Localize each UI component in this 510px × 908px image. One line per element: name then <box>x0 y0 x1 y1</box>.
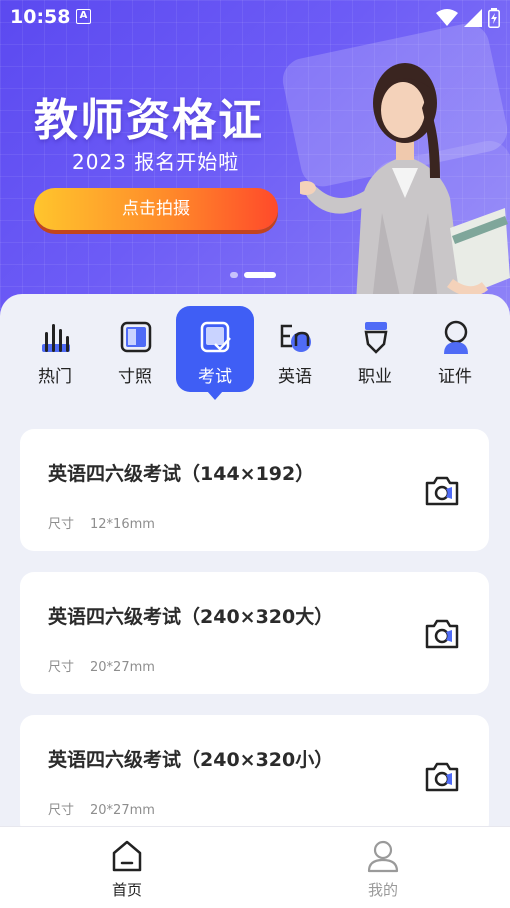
size-label: 尺寸 <box>48 660 75 675</box>
content-sheet: 热门 寸照 考试 英语 职业 证件 英语四六级考试（144×192） 尺寸 12… <box>0 294 510 837</box>
battery-icon <box>488 8 500 28</box>
size-value: 12*16mm <box>90 517 155 532</box>
id-person-icon <box>444 320 468 354</box>
home-icon <box>112 840 142 872</box>
carousel-indicator <box>230 272 276 278</box>
status-bar: 10:58 A <box>0 0 510 36</box>
tab-exam[interactable]: 考试 <box>176 306 254 400</box>
item-title: 英语四六级考试（144×192） <box>48 463 315 485</box>
list-item[interactable]: 英语四六级考试（240×320小） 尺寸 20*27mm <box>20 715 489 837</box>
item-meta: 尺寸 20*27mm <box>48 799 155 818</box>
item-title: 英语四六级考试（240×320小） <box>48 749 334 771</box>
nav-me-label: 我的 <box>367 881 398 899</box>
camera-icon[interactable] <box>424 475 460 507</box>
signal-icon <box>464 9 482 27</box>
badge-shield-icon <box>364 322 388 354</box>
bottom-nav: 首页 我的 <box>0 826 510 908</box>
exam-check-icon <box>200 321 231 353</box>
tab-label: 证件 <box>438 367 472 387</box>
size-label: 尺寸 <box>48 803 75 818</box>
user-icon <box>367 840 399 873</box>
status-time: 10:58 <box>10 6 71 28</box>
item-meta: 尺寸 12*16mm <box>48 513 155 532</box>
accessibility-badge-icon: A <box>76 9 91 24</box>
size-value: 20*27mm <box>90 660 155 675</box>
bar-chart-icon <box>42 324 70 352</box>
size-label: 尺寸 <box>48 517 75 532</box>
camera-icon[interactable] <box>424 618 460 650</box>
english-en-icon <box>280 324 311 352</box>
tab-label: 寸照 <box>118 367 152 387</box>
tab-label: 英语 <box>278 367 312 387</box>
list-item[interactable]: 英语四六级考试（240×320大） 尺寸 20*27mm <box>20 572 489 694</box>
teacher-illustration <box>300 63 510 320</box>
tab-career[interactable]: 职业 <box>336 306 414 392</box>
carousel-dot <box>230 272 238 278</box>
banner-subtitle: 2023 报名开始啦 <box>72 150 240 174</box>
shoot-button[interactable]: 点击拍摄 <box>34 188 278 230</box>
banner-title: 教师资格证 <box>34 95 264 146</box>
banner[interactable]: 10:58 A 教师资格证 2023 报名开始啦 点击拍摄 <box>0 0 510 320</box>
camera-icon[interactable] <box>424 761 460 793</box>
tab-label: 职业 <box>358 367 392 387</box>
wifi-icon <box>436 9 458 26</box>
status-icons <box>436 8 500 28</box>
tab-label: 考试 <box>198 367 232 387</box>
tab-photo[interactable]: 寸照 <box>96 306 174 392</box>
item-title: 英语四六级考试（240×320大） <box>48 606 334 628</box>
list-item[interactable]: 英语四六级考试（144×192） 尺寸 12*16mm <box>20 429 489 551</box>
photo-frame-icon <box>120 321 152 353</box>
tab-label: 热门 <box>38 367 72 387</box>
tab-english[interactable]: 英语 <box>256 306 334 392</box>
item-meta: 尺寸 20*27mm <box>48 656 155 675</box>
carousel-dot-active <box>244 272 276 278</box>
nav-home-label: 首页 <box>111 881 142 899</box>
size-value: 20*27mm <box>90 803 155 818</box>
nav-me[interactable]: 我的 <box>338 839 428 900</box>
tab-hot[interactable]: 热门 <box>16 306 94 392</box>
tab-id[interactable]: 证件 <box>416 306 494 392</box>
category-tabs: 热门 寸照 考试 英语 职业 证件 <box>0 306 510 400</box>
nav-home[interactable]: 首页 <box>82 839 172 900</box>
